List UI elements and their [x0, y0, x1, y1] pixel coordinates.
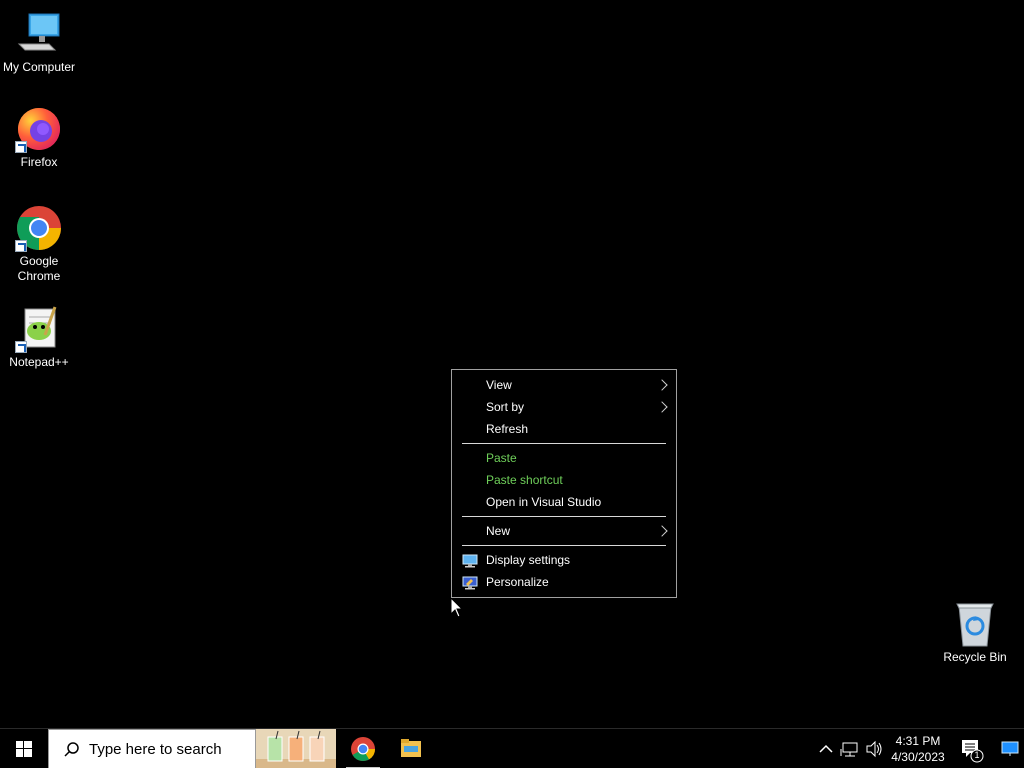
show-desktop-button[interactable]: [996, 729, 1024, 768]
desktop-context-menu: View Sort by Refresh Paste Paste shortcu…: [451, 369, 677, 598]
mouse-cursor-icon: [450, 596, 464, 623]
search-icon: [63, 741, 81, 764]
start-button[interactable]: [0, 729, 48, 768]
menu-item-personalize[interactable]: Personalize: [452, 571, 676, 593]
desktop-icon-label: Recycle Bin: [943, 650, 1007, 664]
display-settings-icon: [462, 553, 478, 568]
desktop-icon-google-chrome[interactable]: Google Chrome: [0, 204, 78, 284]
action-center-button[interactable]: 1: [956, 729, 986, 768]
menu-item-new[interactable]: New: [452, 520, 676, 542]
shortcut-arrow-icon: [15, 240, 27, 252]
taskbar: Type here to search 4:31 PM 4/30/2023 1: [0, 728, 1024, 768]
drinks-illustration-icon: [256, 730, 336, 768]
menu-item-view[interactable]: View: [452, 374, 676, 396]
menu-item-label: Paste shortcut: [486, 473, 563, 487]
shortcut-arrow-icon: [15, 141, 27, 153]
menu-item-display-settings[interactable]: Display settings: [452, 549, 676, 571]
search-placeholder: Type here to search: [89, 741, 222, 758]
menu-item-label: Personalize: [486, 575, 549, 589]
network-status-button[interactable]: [838, 729, 862, 768]
notification-count-badge: 1: [974, 750, 980, 760]
windows-logo-icon: [16, 741, 32, 757]
speaker-icon: [866, 740, 882, 758]
desktop-icon-notepad-plus-plus[interactable]: Notepad++: [0, 305, 78, 370]
menu-item-refresh[interactable]: Refresh: [452, 418, 676, 440]
clock-date: 4/30/2023: [891, 750, 945, 764]
menu-item-label: Display settings: [486, 553, 571, 567]
notification-icon: [962, 740, 984, 763]
chrome-icon: [351, 737, 375, 762]
menu-item-open-in-visual-studio[interactable]: Open in Visual Studio: [452, 491, 676, 513]
menu-item-label: View: [486, 378, 512, 392]
menu-item-paste[interactable]: Paste: [452, 447, 676, 469]
desktop-icon-firefox[interactable]: Firefox: [0, 105, 78, 170]
menu-item-label: Sort by: [486, 400, 525, 414]
notepad-plus-plus-icon: [15, 305, 63, 353]
menu-item-sort-by[interactable]: Sort by: [452, 396, 676, 418]
taskbar-search-box[interactable]: Type here to search: [48, 729, 256, 768]
desktop-icon-recycle-bin[interactable]: Recycle Bin: [936, 600, 1014, 665]
desktop-preview-icon: [1001, 741, 1019, 756]
menu-separator: [462, 516, 666, 517]
personalize-icon: [462, 575, 478, 590]
firefox-icon: [15, 105, 63, 153]
recycle-bin-icon: [951, 600, 999, 648]
chevron-right-icon: [656, 379, 668, 391]
network-icon: [840, 742, 858, 757]
desktop-icon-my-computer[interactable]: My Computer: [0, 10, 78, 75]
desktop-icon-label: Notepad++: [9, 355, 69, 369]
desktop-icon-label: Google Chrome: [17, 254, 61, 283]
clock-time: 4:31 PM: [895, 734, 941, 748]
desktop-icon-label: Firefox: [20, 155, 58, 169]
computer-icon: [15, 10, 63, 58]
menu-item-paste-shortcut[interactable]: Paste shortcut: [452, 469, 676, 491]
folder-icon: [401, 739, 421, 757]
taskbar-search-highlight-image[interactable]: [256, 729, 336, 768]
menu-item-label: Paste: [486, 451, 517, 465]
chevron-right-icon: [656, 525, 668, 537]
taskbar-clock[interactable]: 4:31 PM 4/30/2023: [888, 729, 948, 768]
menu-item-label: Open in Visual Studio: [486, 495, 602, 509]
shortcut-arrow-icon: [15, 341, 27, 353]
show-hidden-icons-button[interactable]: [814, 729, 838, 768]
menu-item-label: Refresh: [486, 422, 529, 436]
chevron-right-icon: [656, 401, 668, 413]
desktop-icon-label: My Computer: [2, 60, 76, 74]
chrome-icon: [15, 204, 63, 252]
menu-separator: [462, 545, 666, 546]
chevron-up-icon: [819, 744, 833, 753]
menu-separator: [462, 443, 666, 444]
taskbar-app-file-explorer[interactable]: [390, 729, 432, 768]
taskbar-app-chrome[interactable]: [342, 729, 384, 768]
volume-button[interactable]: [862, 729, 886, 768]
menu-item-label: New: [486, 524, 511, 538]
